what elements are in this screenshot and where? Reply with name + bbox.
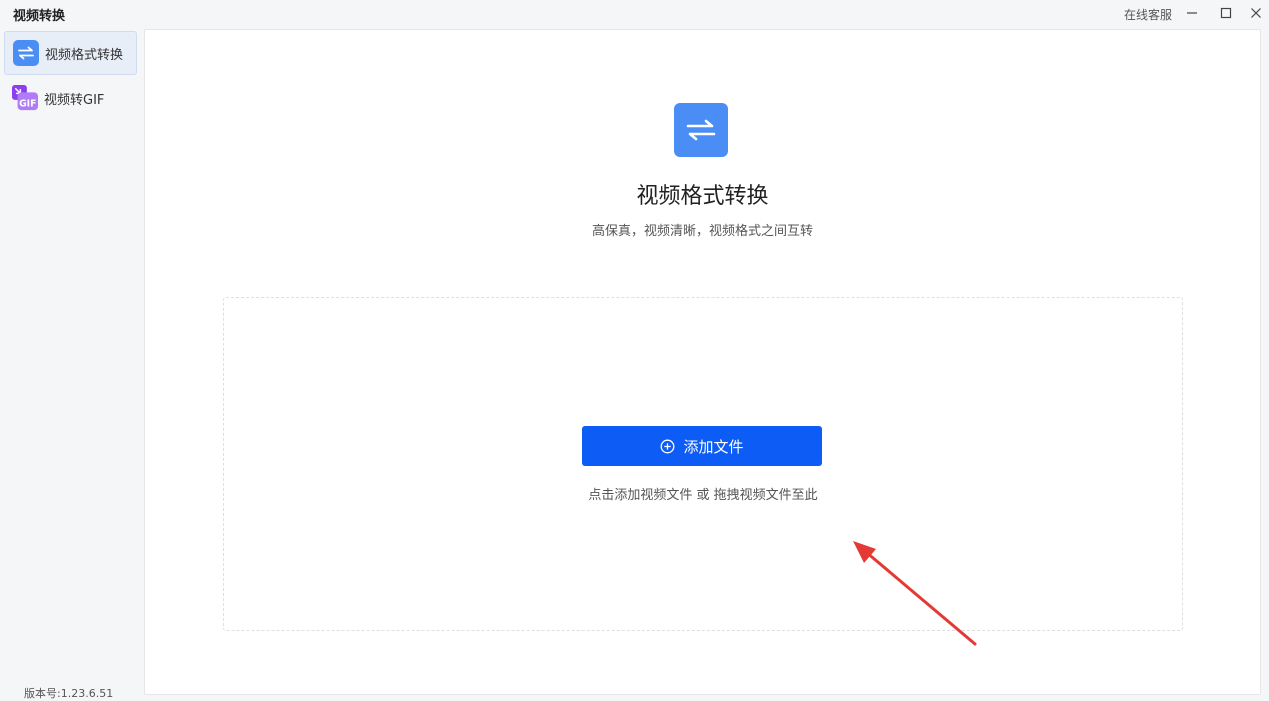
sidebar-item-label: 视频格式转换	[45, 47, 124, 63]
plus-circle-icon	[660, 439, 675, 454]
close-button[interactable]	[1244, 2, 1268, 24]
app-title: 视频转换	[13, 9, 66, 24]
sidebar-item-label: 视频转GIF	[44, 92, 105, 108]
swap-arrows-icon	[13, 40, 39, 66]
maximize-button[interactable]	[1214, 2, 1238, 24]
minimize-button[interactable]	[1180, 2, 1204, 24]
minimize-icon	[1186, 4, 1198, 23]
online-service-link[interactable]: 在线客服	[1124, 6, 1172, 23]
page-subtitle: 高保真，视频清晰，视频格式之间互转	[591, 224, 813, 239]
version-label: 版本号:1.23.6.51	[24, 687, 114, 700]
title-bar: 视频转换 在线客服	[0, 0, 1269, 28]
maximize-icon	[1220, 4, 1232, 23]
gif-icon: GIF	[12, 85, 38, 111]
drop-hint: 点击添加视频文件 或 拖拽视频文件至此	[588, 488, 818, 503]
file-drop-zone[interactable]: 添加文件 点击添加视频文件 或 拖拽视频文件至此	[223, 297, 1183, 631]
sidebar-item-video-format-convert[interactable]: 视频格式转换	[4, 31, 137, 75]
close-icon	[1250, 4, 1262, 23]
add-file-button[interactable]: 添加文件	[582, 426, 822, 466]
sidebar-item-video-to-gif[interactable]: GIF 视频转GIF	[4, 76, 137, 120]
gif-icon-text: GIF	[19, 98, 36, 109]
swap-arrows-icon	[674, 103, 728, 157]
main-panel: 视频格式转换 高保真，视频清晰，视频格式之间互转 添加文件 点击添加视频文件 或…	[144, 29, 1261, 695]
add-file-label: 添加文件	[683, 437, 744, 456]
page-title: 视频格式转换	[636, 184, 769, 209]
